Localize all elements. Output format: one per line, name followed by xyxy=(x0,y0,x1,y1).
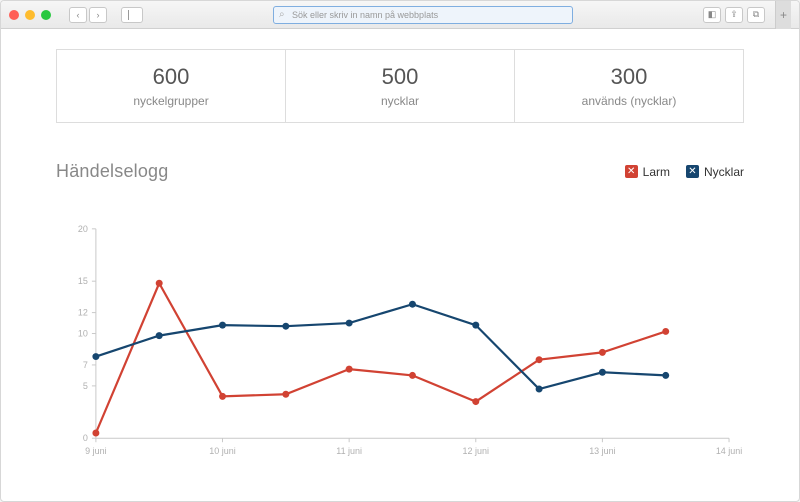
svg-text:20: 20 xyxy=(78,224,88,234)
minimize-icon[interactable] xyxy=(25,10,35,20)
forward-button[interactable]: › xyxy=(89,7,107,23)
close-icon[interactable] xyxy=(9,10,19,20)
legend-marker-larm-icon: ✕ xyxy=(625,165,638,178)
address-bar-wrap: Sök eller skriv in namn på webbplats xyxy=(153,6,693,24)
svg-text:5: 5 xyxy=(83,381,88,391)
tabs-button[interactable]: ⧉ xyxy=(747,7,765,23)
nav-buttons: ‹ › xyxy=(69,7,107,23)
address-bar[interactable]: Sök eller skriv in namn på webbplats xyxy=(273,6,573,24)
titlebar: ‹ › Sök eller skriv in namn på webbplats… xyxy=(1,1,799,29)
line-chart: 0 5 7 10 12 15 20 9 juni 10 juni 11 juni 12 juni 13… xyxy=(56,192,744,495)
stat-label: nyckelgrupper xyxy=(133,94,208,108)
toolbar-right: ◧ ⇪ ⧉ xyxy=(703,7,765,23)
stat-label: används (nycklar) xyxy=(582,94,677,108)
svg-text:10: 10 xyxy=(78,329,88,339)
chart-title: Händelselogg xyxy=(56,161,168,182)
svg-text:12: 12 xyxy=(78,308,88,318)
fullscreen-icon[interactable] xyxy=(41,10,51,20)
legend-item-nycklar: ✕ Nycklar xyxy=(686,165,744,179)
svg-text:11 juni: 11 juni xyxy=(336,446,362,456)
stats-cards: 600 nyckelgrupper 500 nycklar 300 använd… xyxy=(56,49,744,123)
chart-area: 0 5 7 10 12 15 20 9 juni 10 juni 11 juni 12 juni 13… xyxy=(56,192,744,495)
chart-header: Händelselogg ✕ Larm ✕ Nycklar xyxy=(56,161,744,182)
legend-label: Nycklar xyxy=(704,165,744,179)
svg-text:9 juni: 9 juni xyxy=(85,446,106,456)
svg-text:0: 0 xyxy=(83,433,88,443)
legend-marker-nycklar-icon: ✕ xyxy=(686,165,699,178)
stat-card-anvands: 300 används (nycklar) xyxy=(515,49,744,123)
legend-label: Larm xyxy=(643,165,670,179)
chart-legend: ✕ Larm ✕ Nycklar xyxy=(625,165,744,179)
svg-text:7: 7 xyxy=(83,360,88,370)
page-content: 600 nyckelgrupper 500 nycklar 300 använd… xyxy=(1,29,799,501)
stat-card-nycklar: 500 nycklar xyxy=(286,49,515,123)
window-controls xyxy=(9,10,51,20)
back-button[interactable]: ‹ xyxy=(69,7,87,23)
stat-value: 500 xyxy=(382,64,419,90)
stat-value: 600 xyxy=(153,64,190,90)
stat-value: 300 xyxy=(611,64,648,90)
sidebar-toggle-icon[interactable] xyxy=(121,7,143,23)
svg-text:12 juni: 12 juni xyxy=(463,446,489,456)
new-tab-button[interactable]: + xyxy=(775,1,791,29)
svg-text:13 juni: 13 juni xyxy=(589,446,615,456)
share-button[interactable]: ⇪ xyxy=(725,7,743,23)
svg-text:14 juni: 14 juni xyxy=(716,446,742,456)
address-bar-placeholder: Sök eller skriv in namn på webbplats xyxy=(292,10,438,20)
reader-button[interactable]: ◧ xyxy=(703,7,721,23)
svg-text:10 juni: 10 juni xyxy=(209,446,235,456)
browser-window: ‹ › Sök eller skriv in namn på webbplats… xyxy=(0,0,800,502)
stat-label: nycklar xyxy=(381,94,419,108)
svg-text:15: 15 xyxy=(78,276,88,286)
legend-item-larm: ✕ Larm xyxy=(625,165,670,179)
stat-card-nyckelgrupper: 600 nyckelgrupper xyxy=(56,49,286,123)
